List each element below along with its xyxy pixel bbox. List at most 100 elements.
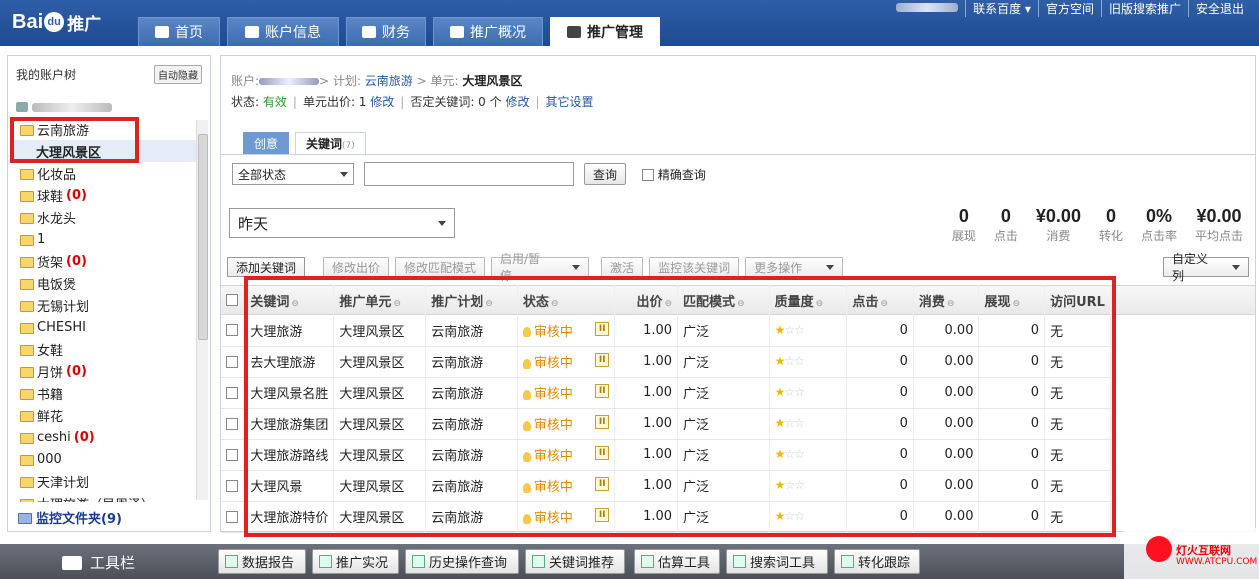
tree-item-label: 000 <box>37 451 62 467</box>
more-actions-select[interactable]: 更多操作 <box>745 257 844 277</box>
scroll-thumb[interactable] <box>198 134 208 340</box>
paw-icon: du <box>44 12 65 32</box>
tree-item-label: 女鞋 <box>37 343 64 359</box>
tree-item[interactable]: 大理旅游（吴周泽） <box>12 492 196 502</box>
tree-item[interactable]: ceshi (0) <box>12 426 196 448</box>
tab-account-info[interactable]: 账户信息 <box>227 17 339 46</box>
tree-item[interactable]: 货架 (0) <box>12 250 196 272</box>
monitor-folder-icon <box>18 513 32 524</box>
tab-promotion-management[interactable]: 推广管理 <box>550 17 660 46</box>
folder-icon <box>20 234 34 246</box>
exact-query-checkbox[interactable] <box>642 169 655 181</box>
edit-match-button[interactable]: 修改匹配模式 <box>395 257 486 277</box>
tree-item-count: (0) <box>66 187 87 203</box>
other-settings-link[interactable]: 其它设置 <box>546 95 594 109</box>
breadcrumb-unit: 大理风景区 <box>462 74 523 88</box>
unit-status-line: 状态: 有效 | 单元出价: 1 修改 | 否定关键词: 0 个 修改 | 其它设置 <box>231 95 594 109</box>
enable-pause-select[interactable]: 启用/暂停 <box>491 252 590 283</box>
tree-item[interactable]: 女鞋 <box>12 338 196 360</box>
keyword-toolbar: 添加关键词 修改出价 修改匹配模式 启用/暂停 激活 监控该关键词 更多操作 自… <box>227 252 1249 283</box>
row-checkbox[interactable] <box>226 479 238 492</box>
tree-item[interactable]: 1 <box>12 228 196 250</box>
tab-overview[interactable]: 推广概况 <box>433 17 543 46</box>
status-filter-select[interactable]: 全部状态 <box>232 163 354 185</box>
tool-button[interactable]: 转化跟踪 <box>834 549 920 574</box>
link-official[interactable]: 官方空间 <box>1037 0 1101 17</box>
stat-label: 点击 <box>993 229 1018 243</box>
tab-home[interactable]: 首页 <box>138 17 220 46</box>
tool-button[interactable]: 搜索词工具 <box>726 549 828 574</box>
edit-bid-link[interactable]: 修改 <box>370 95 394 109</box>
link-contact[interactable]: 联系百度 ▾ <box>965 0 1038 17</box>
tool-button[interactable]: 推广实况 <box>312 549 399 574</box>
tree-item[interactable]: 月饼 (0) <box>12 360 196 382</box>
tool-icon <box>225 555 238 568</box>
stat-item: 0 点击 <box>994 206 1018 244</box>
edit-negative-link[interactable]: 修改 <box>505 95 529 109</box>
tool-button[interactable]: 估算工具 <box>634 549 720 574</box>
row-checkbox[interactable] <box>226 417 238 430</box>
tab-creative[interactable]: 创意 <box>243 132 290 154</box>
row-checkbox[interactable] <box>226 448 238 461</box>
tree-item[interactable]: 水龙头 <box>12 206 196 228</box>
add-keyword-button[interactable]: 添加关键词 <box>227 257 306 277</box>
autohide-button[interactable]: 自动隐藏 <box>154 64 202 84</box>
stat-value: 0 <box>1105 206 1116 226</box>
tree-item[interactable]: 无锡计划 <box>12 294 196 316</box>
monitor-keyword-button[interactable]: 监控该关键词 <box>649 257 740 277</box>
keyword-search-input[interactable] <box>364 162 574 186</box>
tree-item-count: (0) <box>66 363 87 379</box>
monitor-folder[interactable]: 监控文件夹(9) <box>18 508 122 527</box>
folder-icon <box>20 190 34 202</box>
tree-item[interactable]: 鲜花 <box>12 404 196 426</box>
tab-finance[interactable]: 财务 <box>346 17 426 46</box>
stat-value: 0% <box>1145 206 1172 226</box>
account-name-masked <box>32 102 112 112</box>
tree-item[interactable]: 天津计划 <box>12 470 196 492</box>
tab-keywords[interactable]: 关键词(7) <box>295 132 366 156</box>
baidu-logo[interactable]: Bai du 推广 <box>12 6 101 38</box>
chart-icon <box>450 26 464 38</box>
custom-columns-select[interactable]: 自定义列 <box>1163 252 1249 283</box>
tree-scrollbar[interactable] <box>196 120 208 500</box>
row-checkbox[interactable] <box>226 386 238 399</box>
row-checkbox[interactable] <box>226 510 238 523</box>
highlight-tree-box <box>10 117 139 163</box>
tree-item[interactable]: 电饭煲 <box>12 272 196 294</box>
query-button[interactable]: 查询 <box>584 163 627 185</box>
exact-query-label: 精确查询 <box>657 167 706 182</box>
tree-item[interactable]: 书籍 <box>12 382 196 404</box>
tool-button[interactable]: 数据报告 <box>218 549 306 574</box>
account-masked <box>259 78 320 85</box>
breadcrumb-plan-link[interactable]: 云南旅游 <box>365 74 413 88</box>
tool-button[interactable]: 历史操作查询 <box>405 549 519 574</box>
select-all-checkbox[interactable] <box>226 294 238 306</box>
row-checkbox[interactable] <box>226 324 238 337</box>
folder-icon <box>20 278 34 290</box>
tool-button[interactable]: 关键词推荐 <box>525 549 625 574</box>
tree-item[interactable]: 球鞋 (0) <box>12 184 196 206</box>
row-checkbox[interactable] <box>226 355 238 368</box>
tree-item[interactable]: 化妆品 <box>12 162 196 184</box>
date-range-select[interactable]: 昨天 <box>229 208 455 238</box>
tool-icon <box>841 555 854 568</box>
account-root[interactable] <box>16 100 112 114</box>
stat-label: 转化 <box>1098 229 1123 243</box>
sidebar-title: 我的账户树 <box>16 67 77 82</box>
edit-bid-button[interactable]: 修改出价 <box>323 257 390 277</box>
link-old-version[interactable]: 旧版搜索推广 <box>1100 0 1188 17</box>
tree-item[interactable]: CHESHI <box>12 316 196 338</box>
tree-item-label: 大理旅游（吴周泽） <box>37 494 154 503</box>
tree-item-label: 天津计划 <box>37 475 90 491</box>
tree-item-label: 无锡计划 <box>37 299 90 315</box>
tree-item-label: 化妆品 <box>37 167 77 183</box>
chevron-down-icon <box>340 171 348 177</box>
folder-icon <box>20 432 34 444</box>
tree-item-label: 球鞋 <box>37 189 64 205</box>
tree-item[interactable]: 000 <box>12 448 196 470</box>
stat-value: 0 <box>958 206 969 226</box>
folder-icon <box>20 476 34 488</box>
folder-icon <box>20 410 34 422</box>
activate-button[interactable]: 激活 <box>601 257 644 277</box>
link-logout[interactable]: 安全退出 <box>1187 0 1251 17</box>
